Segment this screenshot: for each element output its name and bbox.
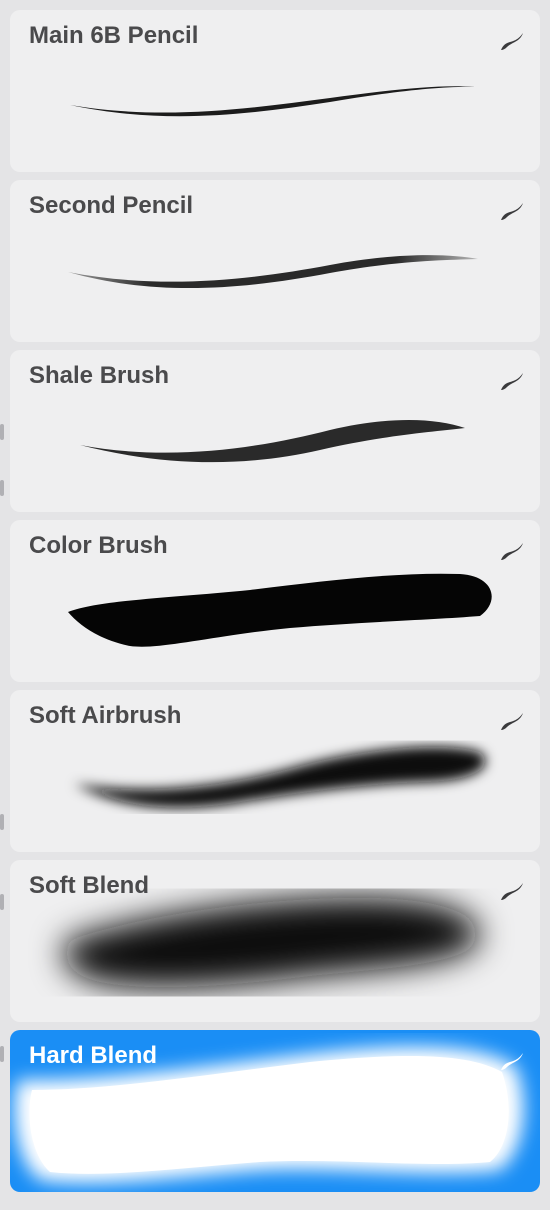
brush-stroke-icon: [501, 373, 523, 390]
brush-stroke-icon: [501, 713, 523, 730]
brush-library-list: Main 6B Pencil Second Pencil Shale Brush…: [0, 0, 550, 1210]
edge-mark: [0, 1046, 4, 1062]
brush-card-color-brush[interactable]: Color Brush: [10, 520, 540, 682]
brush-card-soft-airbrush[interactable]: Soft Airbrush: [10, 690, 540, 852]
brush-card-shale-brush[interactable]: Shale Brush: [10, 350, 540, 512]
brush-stroke-icon: [501, 543, 523, 560]
brush-name: Color Brush: [29, 532, 168, 559]
edge-mark: [0, 894, 4, 910]
edge-mark: [0, 814, 4, 830]
brush-card-soft-blend[interactable]: Soft Blend: [10, 860, 540, 1022]
brush-name: Soft Blend: [29, 872, 149, 899]
brush-stroke-icon: [501, 203, 523, 220]
brush-card-second-pencil[interactable]: Second Pencil: [10, 180, 540, 342]
brush-name: Hard Blend: [29, 1042, 158, 1069]
brush-card-main-6b-pencil[interactable]: Main 6B Pencil: [10, 10, 540, 172]
brush-card-hard-blend[interactable]: Hard Blend: [10, 1030, 540, 1192]
brush-name: Soft Airbrush: [29, 702, 182, 729]
brush-name: Second Pencil: [29, 192, 194, 219]
edge-mark: [0, 480, 4, 496]
edge-mark: [0, 424, 4, 440]
brush-stroke-icon: [501, 1053, 523, 1070]
brush-stroke-icon: [501, 883, 523, 900]
brush-stroke-icon: [501, 33, 523, 50]
brush-name: Main 6B Pencil: [29, 22, 199, 49]
brush-name: Shale Brush: [29, 362, 170, 389]
